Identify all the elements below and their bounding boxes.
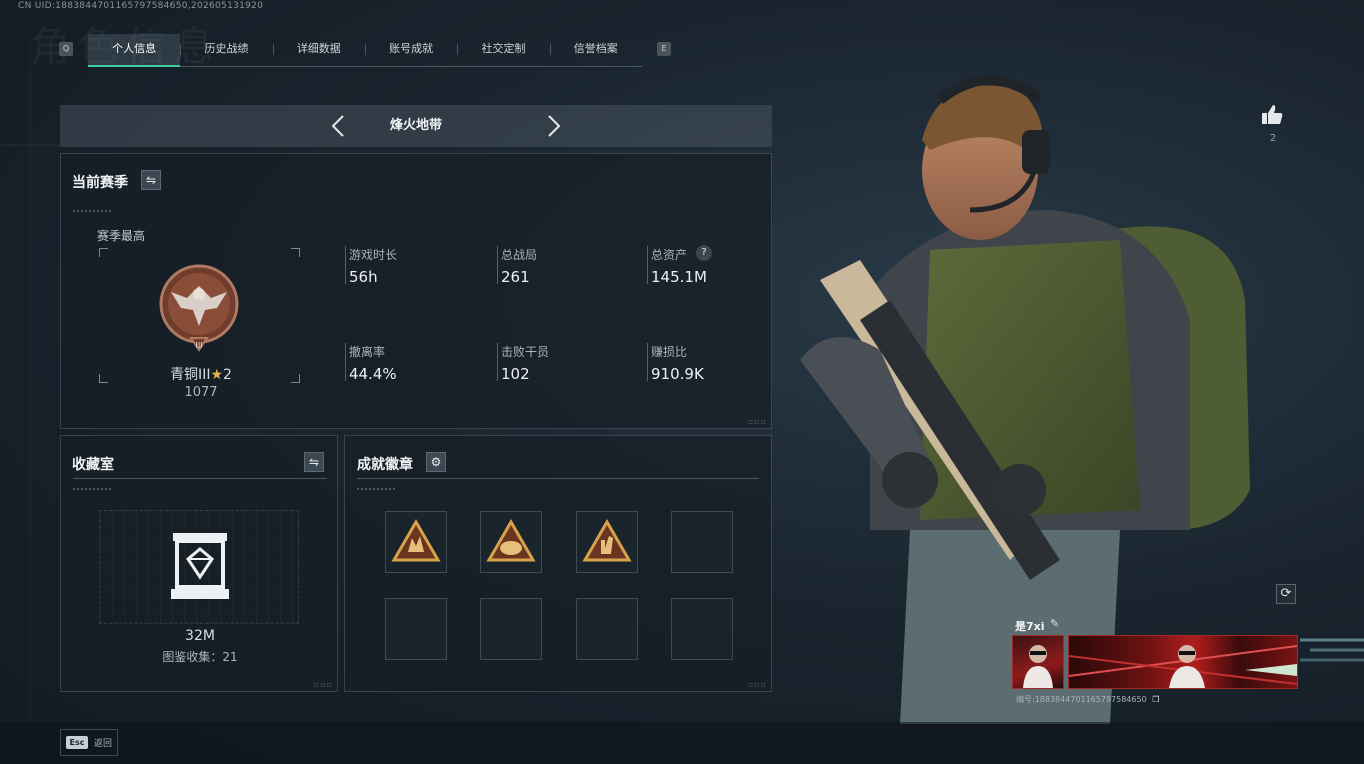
stat-divider — [497, 246, 498, 284]
divider — [73, 488, 113, 490]
stat-divider — [345, 343, 346, 381]
panel-corner-mark: ▫▫▫ — [747, 417, 767, 426]
collection-switch-button[interactable]: ⇋ — [304, 452, 324, 472]
bronze-rank-emblem-icon: III — [159, 264, 239, 352]
swap-icon: ⇋ — [145, 173, 157, 187]
rank-score: 1077 — [184, 385, 218, 400]
badge-slot-empty[interactable] — [671, 598, 733, 660]
panel-corner-mark: ▫▫▫ — [313, 680, 333, 689]
stat-value-assets: 145.1M — [651, 268, 707, 286]
stat-divider — [647, 343, 648, 381]
achievement-badge-2-icon — [486, 519, 536, 562]
divider — [73, 210, 113, 212]
tab-detailed-data[interactable]: 详细数据 — [272, 34, 365, 66]
divider — [357, 478, 759, 479]
esc-key-hint: Esc — [66, 736, 88, 749]
stat-label-matches: 总战局 — [501, 248, 538, 262]
gear-icon: ⚙ — [430, 455, 442, 469]
mode-next-button[interactable] — [541, 114, 565, 138]
tab-account-achievements[interactable]: 账号成就 — [364, 34, 457, 66]
stat-value-matches: 261 — [501, 268, 530, 286]
collection-title: 收藏室 — [72, 457, 114, 473]
swap-icon: ⇋ — [308, 455, 320, 469]
help-icon[interactable]: ? — [696, 245, 712, 261]
divider — [357, 488, 397, 490]
frame-corner — [99, 248, 108, 257]
stat-value-playtime: 56h — [349, 268, 378, 286]
season-switch-button[interactable]: ⇋ — [141, 170, 161, 190]
stat-label-profit-ratio: 赚损比 — [651, 345, 688, 359]
tab-next-key[interactable]: E — [657, 42, 671, 56]
frame-corner — [291, 374, 300, 383]
badge-slot-1[interactable] — [385, 511, 447, 573]
badge-slot-empty[interactable] — [385, 598, 447, 660]
stat-label-extraction-rate: 撤离率 — [349, 345, 386, 359]
frame-corner — [99, 374, 108, 383]
stat-value-extraction-rate: 44.4% — [349, 365, 397, 383]
copy-icon[interactable]: ❐ — [1152, 695, 1159, 704]
season-title: 当前赛季 — [72, 175, 128, 191]
player-name-row: 是7xi ✎ — [1012, 615, 1298, 635]
refresh-button[interactable]: ⟳ — [1276, 584, 1296, 604]
achievements-title: 成就徽章 — [357, 457, 413, 473]
collection-value: 32M — [185, 628, 215, 644]
tab-credit-record[interactable]: 信誉档案 — [549, 34, 642, 66]
star-icon: ★ — [210, 367, 224, 383]
badge-slot-empty[interactable] — [576, 598, 638, 660]
badge-slot-empty[interactable] — [671, 511, 733, 573]
stat-label-operators-defeated: 击败干员 — [501, 345, 550, 359]
chevron-right-icon — [548, 115, 561, 137]
player-id-row: 编号:1883844701165797584650 ❐ — [1016, 694, 1159, 705]
tab-social-custom[interactable]: 社交定制 — [457, 34, 549, 66]
achievement-badge-1-icon — [391, 519, 441, 562]
thumbs-up-icon — [1262, 105, 1283, 124]
player-banner[interactable] — [1068, 635, 1298, 689]
badge-slot-3[interactable] — [576, 511, 638, 573]
achievements-panel: 成就徽章 ⚙ ▫▫▫ — [344, 435, 772, 692]
display-case-icon — [171, 533, 229, 599]
rank-name: 青铜III — [170, 367, 211, 383]
divider — [73, 478, 327, 479]
player-name: 是7xi — [1015, 620, 1045, 633]
badge-slot-empty[interactable] — [480, 598, 542, 660]
player-id: 编号:1883844701165797584650 — [1016, 695, 1147, 704]
season-panel: 当前赛季 ⇋ 赛季最高 III 青铜III★2 1077 游戏时长 56h 总战… — [60, 153, 772, 429]
back-label: 返回 — [94, 739, 113, 749]
stat-label-playtime: 游戏时长 — [349, 248, 398, 262]
like-button[interactable] — [1261, 104, 1283, 130]
mode-selector: 烽火地带 — [60, 105, 772, 147]
stat-label-assets: 总资产 — [651, 248, 688, 262]
badge-slot-2[interactable] — [480, 511, 542, 573]
stat-divider — [497, 343, 498, 381]
achievements-settings-button[interactable]: ⚙ — [426, 452, 446, 472]
player-avatar[interactable] — [1012, 635, 1064, 689]
stat-value-operators-defeated: 102 — [501, 365, 530, 383]
tab-personal-info[interactable]: 个人信息 — [88, 34, 181, 67]
refresh-icon: ⟳ — [1280, 586, 1292, 601]
panel-corner-mark: ▫▫▫ — [747, 680, 767, 689]
avatar-portrait-icon — [1023, 645, 1053, 688]
season-best-label: 赛季最高 — [97, 229, 146, 243]
tab-bar: 个人信息 历史战绩 详细数据 账号成就 社交定制 信誉档案 — [88, 34, 642, 67]
collection-panel: 收藏室 ⇋ 32M 图鉴收集：21 ▫▫▫ — [60, 435, 338, 692]
rank-stars: 2 — [223, 367, 232, 383]
stat-divider — [345, 246, 346, 284]
bottom-bar — [0, 722, 1364, 764]
stat-divider — [647, 246, 648, 284]
rank-name-row: 青铜III★2 — [159, 364, 243, 384]
edit-name-icon[interactable]: ✎ — [1050, 617, 1059, 630]
stat-value-profit-ratio: 910.9K — [651, 365, 704, 383]
tab-history[interactable]: 历史战绩 — [180, 34, 272, 66]
frame-corner — [291, 248, 300, 257]
like-count: 2 — [1269, 133, 1277, 144]
tab-prev-key[interactable]: Q — [59, 42, 73, 56]
achievement-badge-3-icon — [582, 519, 632, 562]
rank-numeral: III — [195, 341, 202, 350]
catalog-count: 图鉴收集：21 — [162, 650, 238, 664]
banner-art-icon — [1068, 645, 1298, 688]
mode-label: 烽火地带 — [389, 118, 442, 133]
